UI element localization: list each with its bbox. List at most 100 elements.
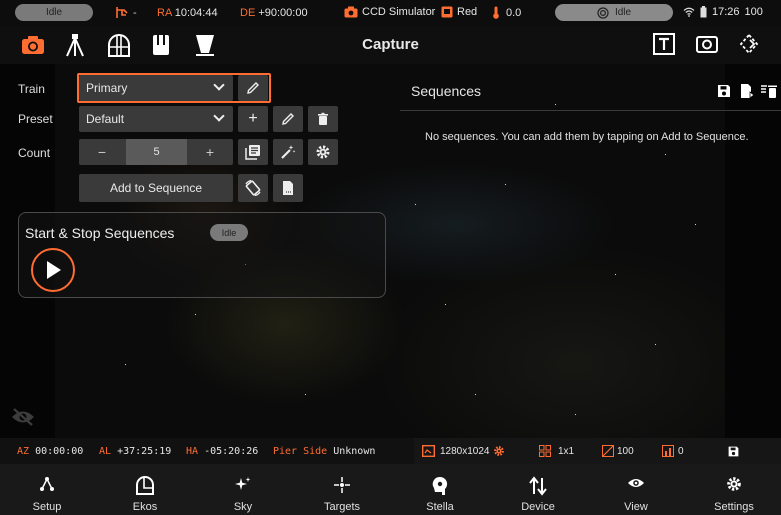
sequences-empty-message: No sequences. You can add them by tappin… — [425, 131, 749, 143]
load-sequence-icon[interactable] — [739, 83, 757, 101]
pier-side-readout: Pier Side Unknown — [273, 446, 375, 457]
sequence-status-text: Idle — [221, 227, 237, 238]
nav-device[interactable]: Device — [493, 464, 583, 515]
offset-icon — [662, 445, 674, 457]
temperature-value: 0.0 — [506, 6, 522, 19]
sequence-rotate-icon[interactable] — [737, 32, 763, 58]
text-overlay-icon[interactable] — [652, 32, 678, 58]
capture-panel: Train Primary Preset Default + Count − 5… — [0, 64, 781, 438]
preset-label: Preset — [18, 112, 53, 126]
guide-target-icon — [597, 6, 609, 19]
filter-status[interactable]: Red — [441, 6, 477, 18]
nav-stella[interactable]: Stella — [395, 464, 485, 515]
nav-ekos[interactable]: Ekos — [100, 464, 190, 515]
camera-settings-button[interactable] — [308, 139, 338, 165]
nav-targets[interactable]: Targets — [297, 464, 387, 515]
count-decrement-button[interactable]: − — [79, 139, 125, 165]
az-label: AZ — [17, 446, 30, 457]
auto-settings-button[interactable] — [273, 139, 303, 165]
gain-icon — [602, 445, 614, 457]
new-file-button[interactable] — [273, 174, 303, 202]
ra-value: 10:04:44 — [174, 7, 218, 19]
clear-sequences-icon[interactable] — [760, 83, 778, 101]
nav-sky-label: Sky — [233, 501, 253, 513]
frame-size-icon — [422, 445, 435, 457]
eye-off-icon[interactable] — [10, 407, 36, 427]
queue-list-button[interactable] — [238, 139, 268, 165]
train-label: Train — [18, 82, 45, 96]
sequences-title: Sequences — [411, 83, 482, 99]
gear-icon — [316, 145, 330, 159]
nav-sky[interactable]: Sky — [198, 464, 288, 515]
nav-view-label: View — [624, 501, 648, 513]
frame-settings-bar: 1280x1024 1x1 100 0 — [414, 438, 781, 464]
ekos-icon — [136, 476, 154, 495]
library-icon — [245, 145, 260, 160]
mount-status-pill[interactable]: Idle — [15, 4, 93, 21]
clock: 17:26 — [712, 6, 740, 18]
add-to-sequence-button[interactable]: Add to Sequence — [79, 174, 233, 202]
chevron-down-icon — [213, 79, 225, 91]
ra-readout: RA 10:04:44 — [157, 7, 218, 19]
wifi-icon — [683, 7, 695, 17]
ha-value: -05:20:26 — [204, 446, 259, 457]
nav-settings-label: Settings — [714, 501, 754, 513]
train-value: Primary — [86, 81, 128, 95]
guide-status-text: Idle — [614, 7, 632, 18]
filter-name: Red — [457, 6, 478, 18]
thermometer-icon — [493, 6, 499, 19]
camera-name: CCD Simulator — [362, 6, 436, 18]
sequences-divider — [400, 110, 781, 111]
preset-value: Default — [86, 112, 125, 126]
count-value[interactable]: 5 — [126, 139, 187, 165]
count-increment-button[interactable]: + — [187, 139, 233, 165]
hour-angle-readout: HA -05:20:26 — [186, 446, 258, 457]
delete-preset-button[interactable] — [308, 106, 338, 132]
battery-level: 100 — [744, 6, 763, 18]
gain-value: 100 — [617, 446, 634, 457]
altitude-readout: AL +37:25:19 — [99, 446, 171, 457]
nav-setup[interactable]: Setup — [2, 464, 92, 515]
de-label: DE — [240, 7, 256, 19]
pier-value: Unknown — [333, 446, 376, 457]
start-sequence-button[interactable] — [31, 248, 75, 292]
mount-icon — [115, 6, 129, 22]
de-value: +90:00:00 — [258, 7, 308, 19]
ra-label: RA — [157, 7, 172, 19]
al-value: +37:25:19 — [117, 446, 172, 457]
start-stop-title: Start & Stop Sequences — [25, 225, 175, 241]
targets-icon — [334, 477, 350, 493]
guide-status-pill[interactable]: Idle — [555, 4, 673, 21]
nav-targets-label: Targets — [323, 501, 361, 513]
sequence-status-badge: Idle — [210, 224, 248, 241]
save-icon[interactable] — [727, 445, 740, 458]
system-status: 17:26 100 — [683, 6, 763, 18]
camera-status[interactable]: CCD Simulator — [344, 6, 435, 18]
edit-train-button[interactable] — [238, 75, 268, 101]
al-label: AL — [99, 446, 112, 457]
resolution-value: 1280x1024 — [440, 446, 490, 457]
view-icon — [628, 479, 644, 487]
nav-setup-label: Setup — [32, 501, 62, 513]
preset-select[interactable]: Default — [79, 106, 233, 132]
save-sequence-icon[interactable] — [716, 83, 734, 101]
nav-settings[interactable]: Settings — [689, 464, 779, 515]
edit-preset-button[interactable] — [273, 106, 303, 132]
nav-ekos-label: Ekos — [132, 501, 158, 513]
nav-view[interactable]: View — [591, 464, 681, 515]
offset-value: 0 — [678, 446, 684, 457]
nav-device-label: Device — [521, 501, 555, 513]
add-preset-button[interactable]: + — [238, 106, 268, 132]
azimuth-readout: AZ 00:00:00 — [17, 446, 83, 457]
preview-frame-icon[interactable] — [695, 32, 721, 58]
pencil-icon — [282, 113, 294, 125]
temperature-status[interactable]: 0.0 — [492, 6, 521, 19]
ha-label: HA — [186, 446, 199, 457]
rotate-button[interactable] — [238, 174, 268, 202]
filter-wheel-icon — [441, 6, 453, 18]
gear-icon[interactable] — [493, 445, 505, 457]
train-select[interactable]: Primary — [79, 75, 233, 101]
az-value: 00:00:00 — [35, 446, 84, 457]
binning-value: 1x1 — [558, 446, 575, 457]
trash-icon — [318, 112, 328, 125]
